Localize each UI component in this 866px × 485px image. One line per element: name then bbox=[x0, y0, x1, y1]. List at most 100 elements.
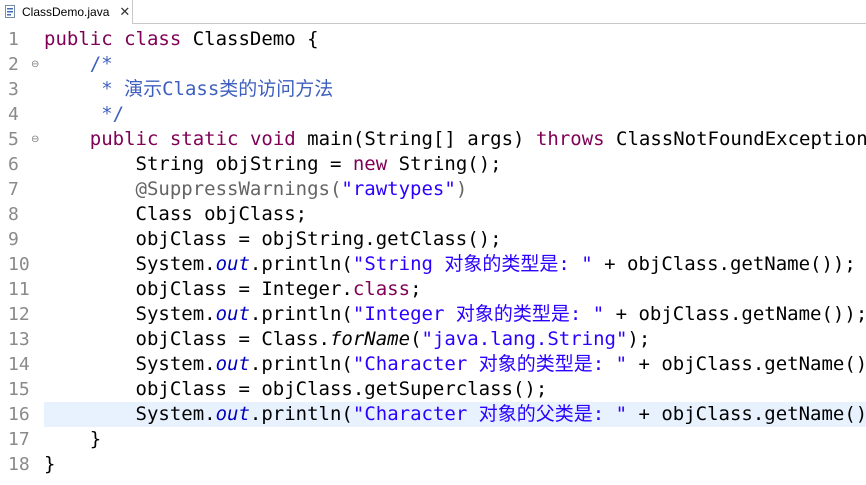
code-token: "Integer 对象的类型是: " bbox=[352, 303, 605, 325]
line-number: 10 bbox=[8, 254, 30, 275]
code-token: static bbox=[169, 128, 239, 150]
code-token: class bbox=[124, 28, 182, 50]
code-token: ClassNotFoundException { bbox=[604, 128, 866, 150]
code-token: objClass = Integer. bbox=[44, 278, 353, 300]
code-area[interactable]: public class ClassDemo { /* * 演示Class类的访… bbox=[44, 25, 866, 485]
code-token: } bbox=[44, 453, 56, 475]
code-token: ( bbox=[410, 328, 422, 350]
code-line[interactable]: System.out.println("String 对象的类型是: " + o… bbox=[44, 252, 856, 277]
line-number: 12 bbox=[8, 304, 30, 325]
code-token: forName bbox=[329, 328, 411, 350]
code-token: new bbox=[352, 153, 388, 175]
code-token: public bbox=[44, 28, 113, 50]
code-token: } bbox=[44, 428, 102, 450]
code-token: "rawtypes" bbox=[341, 178, 456, 200]
java-file-icon bbox=[4, 5, 18, 19]
code-line[interactable]: */ bbox=[44, 102, 124, 127]
code-token: objClass = objClass.getSuperclass(); bbox=[44, 378, 548, 400]
line-number: 14 bbox=[8, 354, 30, 375]
code-token: public bbox=[89, 128, 159, 150]
line-number: 9 bbox=[8, 229, 19, 250]
code-token: + objClass.getName()); bbox=[627, 353, 866, 375]
code-line[interactable]: objClass = Integer.class; bbox=[44, 277, 422, 302]
fold-collapse-icon[interactable]: ⊖ bbox=[31, 127, 42, 152]
code-token: .println( bbox=[249, 253, 353, 275]
code-token: ClassDemo { bbox=[181, 28, 319, 50]
code-line[interactable]: /* bbox=[44, 52, 113, 77]
code-token: class bbox=[352, 278, 411, 300]
code-editor[interactable]: 1 2 ⊖ 3 4 5 ⊖ 6 7 8 9 10 11 12 13 14 15 16 17 18 public cla… bbox=[0, 25, 866, 485]
code-line[interactable]: objClass = objString.getClass(); bbox=[44, 227, 502, 252]
code-token: ; bbox=[410, 278, 422, 300]
code-token: /* bbox=[89, 53, 113, 75]
code-token: objClass = Class. bbox=[44, 328, 330, 350]
close-icon[interactable]: ✕ bbox=[119, 5, 130, 20]
line-number: 16 bbox=[8, 404, 30, 425]
line-number: 17 bbox=[8, 429, 30, 450]
tab-label: ClassDemo.java bbox=[22, 5, 110, 19]
code-line[interactable]: System.out.println("Character 对象的类型是: " … bbox=[44, 352, 866, 377]
line-number: 6 bbox=[8, 154, 19, 175]
code-token: String objString = bbox=[44, 153, 353, 175]
code-token: @SuppressWarnings( bbox=[135, 178, 342, 200]
code-token: out bbox=[215, 253, 250, 275]
code-token: out bbox=[215, 303, 250, 325]
line-number: 11 bbox=[8, 279, 30, 300]
code-token: + objClass.getName()); bbox=[604, 303, 866, 325]
code-token: "String 对象的类型是: " bbox=[352, 253, 593, 275]
code-token: System. bbox=[44, 303, 216, 325]
code-line[interactable]: objClass = Class.forName("java.lang.Stri… bbox=[44, 327, 651, 352]
code-line[interactable]: } bbox=[44, 427, 101, 452]
code-token: out bbox=[215, 403, 250, 425]
code-line[interactable]: @SuppressWarnings("rawtypes") bbox=[44, 177, 468, 202]
editor-tab-bar: ClassDemo.java ✕ bbox=[0, 0, 866, 24]
code-token: * 演示Class类的访问方法 bbox=[101, 78, 334, 100]
code-line[interactable]: public class ClassDemo { bbox=[44, 27, 319, 52]
code-line[interactable]: System.out.println("Integer 对象的类型是: " + … bbox=[44, 302, 866, 327]
code-line[interactable]: Class objClass; bbox=[44, 202, 308, 227]
code-token: ); bbox=[627, 328, 651, 350]
line-number-gutter: 1 2 ⊖ 3 4 5 ⊖ 6 7 8 9 10 11 12 13 14 15 16 17 18 bbox=[0, 25, 44, 485]
code-line[interactable]: System.out.println("Character 对象的父类是: " … bbox=[44, 402, 866, 427]
code-token: void bbox=[249, 128, 296, 150]
code-token: ) bbox=[455, 178, 468, 200]
code-token: "Character 对象的父类是: " bbox=[352, 403, 628, 425]
code-token: System. bbox=[44, 403, 216, 425]
code-token: "Character 对象的类型是: " bbox=[352, 353, 628, 375]
code-token: System. bbox=[44, 353, 216, 375]
editor-tab[interactable]: ClassDemo.java ✕ bbox=[0, 0, 133, 24]
line-number: 7 bbox=[8, 179, 19, 200]
code-token: "java.lang.String" bbox=[421, 328, 628, 350]
code-token: */ bbox=[101, 103, 125, 125]
fold-collapse-icon[interactable]: ⊖ bbox=[31, 52, 42, 77]
code-token: + objClass.getName()); bbox=[627, 403, 866, 425]
code-token: out bbox=[215, 353, 250, 375]
code-token: .println( bbox=[249, 353, 353, 375]
line-number: 4 bbox=[8, 104, 19, 125]
code-token: System. bbox=[44, 253, 216, 275]
line-number: 18 bbox=[8, 454, 30, 475]
line-number: 8 bbox=[8, 204, 19, 225]
code-line[interactable]: } bbox=[44, 452, 55, 477]
code-token: Class objClass; bbox=[44, 203, 308, 225]
code-token: + objClass.getName()); bbox=[592, 253, 856, 275]
code-token: .println( bbox=[249, 403, 353, 425]
code-line[interactable]: * 演示Class类的访问方法 bbox=[44, 77, 333, 102]
code-token: objClass = objString.getClass(); bbox=[44, 228, 502, 250]
code-token: main(String[] args) bbox=[295, 128, 536, 150]
code-token: String(); bbox=[387, 153, 502, 175]
code-line[interactable]: public static void main(String[] args) t… bbox=[44, 127, 866, 152]
line-number: 15 bbox=[8, 379, 30, 400]
code-line[interactable]: String objString = new String(); bbox=[44, 152, 502, 177]
code-line[interactable]: objClass = objClass.getSuperclass(); bbox=[44, 377, 548, 402]
code-token: throws bbox=[535, 128, 605, 150]
line-number: 1 bbox=[8, 29, 19, 50]
